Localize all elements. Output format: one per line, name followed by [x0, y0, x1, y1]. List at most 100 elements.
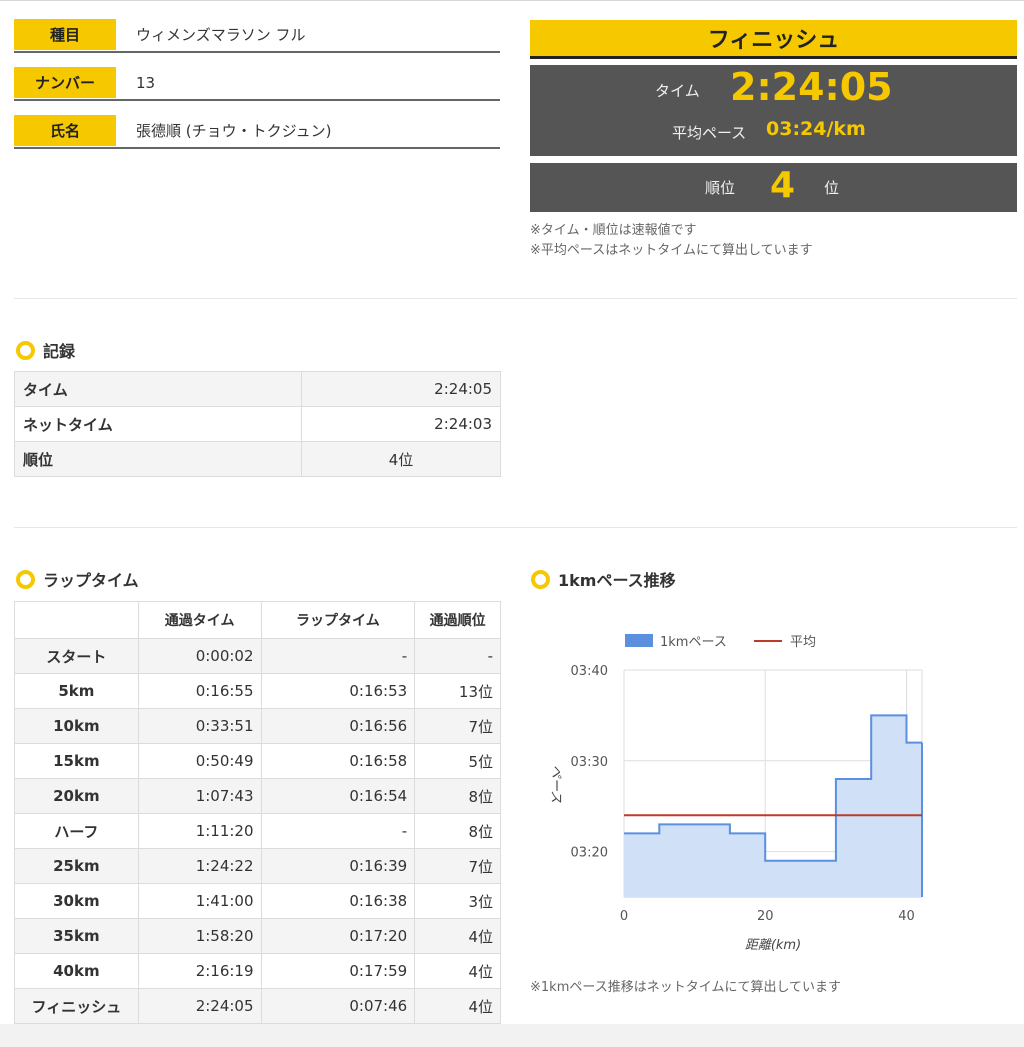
finish-notes: ※タイム・順位は速報値です ※平均ペースはネットタイムにて算出しています	[530, 221, 813, 261]
lap-pass-time: 2:16:19	[137, 953, 262, 989]
y-tick-label: 03:20	[571, 846, 608, 861]
pace-section-title: 1kmペース推移	[531, 567, 676, 591]
divider	[14, 527, 1017, 528]
pace-title-text: 1kmペース推移	[558, 571, 676, 590]
col-header-lap-time: ラップタイム	[260, 601, 416, 639]
record-section-title: 記録	[16, 338, 75, 362]
table-row: 40km 2:16:19 0:17:59 4位	[14, 953, 501, 989]
lap-pass-time: 1:24:22	[137, 848, 262, 884]
col-header-pass-time: 通過タイム	[137, 601, 262, 639]
lap-point: ハーフ	[14, 813, 139, 849]
table-row: 15km 0:50:49 0:16:58 5位	[14, 743, 501, 779]
record-net-label: ネットタイム	[14, 406, 302, 442]
table-row: ハーフ 1:11:20-8位	[14, 813, 501, 849]
table-row: 35km 1:58:20 0:17:20 4位	[14, 918, 501, 954]
circle-bullet-icon	[16, 340, 35, 360]
lap-point: 5km	[14, 673, 139, 709]
event-value: ウィメンズマラソン フル	[136, 26, 306, 44]
rank-suffix: 位	[824, 179, 840, 197]
event-label: 種目	[14, 19, 116, 50]
record-title-text: 記録	[43, 342, 76, 361]
table-row: 25km 1:24:22 0:16:39 7位	[14, 848, 501, 884]
lap-point: 15km	[14, 743, 139, 779]
pace-chart: 03:20 03:30 03:40 0 20 40 1kmペース 平均距離(km) ペース	[548, 634, 923, 953]
table-row: 順位 4位	[14, 441, 501, 477]
y-tick-label: 03:40	[571, 664, 608, 679]
record-net-value: 2:24:03	[301, 406, 501, 442]
rank-value: 4	[770, 165, 796, 206]
legend-label-pace: 1kmペース	[660, 635, 727, 650]
lap-pass-rank: -	[414, 638, 501, 674]
table-row: ネットタイム 2:24:03	[14, 406, 501, 442]
y-tick-label: 03:30	[571, 755, 608, 770]
name-label: 氏名	[14, 115, 116, 146]
finish-note-1: ※タイム・順位は速報値です	[530, 223, 697, 238]
x-tick-label: 40	[898, 909, 915, 924]
finish-title: フィニッシュ	[530, 20, 1017, 59]
lap-lap-time: 0:16:39	[260, 848, 416, 884]
name-row: 氏名 張德順 (チョウ・トクジュン)	[14, 114, 500, 149]
record-rank-value: 4位	[301, 441, 501, 477]
lap-pass-time: 1:11:20	[137, 813, 262, 849]
x-axis-title: 距離(km)	[745, 938, 801, 953]
rank-label: 順位	[705, 179, 736, 197]
lap-lap-time: 0:07:46	[260, 988, 416, 1024]
lap-point: 30km	[14, 883, 139, 919]
record-table: タイム 2:24:05 ネットタイム 2:24:03 順位 4位	[14, 371, 501, 477]
lap-lap-time: 0:16:38	[260, 883, 416, 919]
lap-pass-rank: 5位	[414, 743, 501, 779]
finish-panel: フィニッシュ タイム 2:24:05 平均ペース 03:24/km 順位 4 位	[530, 20, 1017, 212]
table-row: フィニッシュ 2:24:05 0:07:46 4位	[14, 988, 501, 1024]
lap-point: フィニッシュ	[14, 988, 139, 1024]
lap-pass-rank: 3位	[414, 883, 501, 919]
avg-pace-value: 03:24/km	[766, 118, 866, 140]
lap-lap-time: 0:16:54	[260, 778, 416, 814]
lap-pass-rank: 7位	[414, 708, 501, 744]
lap-lap-time: 0:16:58	[260, 743, 416, 779]
lap-table: 通過タイム ラップタイム 通過順位 スタート 0:00:02- -5km 0:16:5…	[14, 601, 501, 1024]
lap-point: スタート	[14, 638, 139, 674]
lap-pass-rank: 7位	[414, 848, 501, 884]
pace-area	[624, 715, 922, 897]
y-axis-title: ペース	[548, 765, 563, 803]
number-value: 13	[136, 73, 156, 92]
number-row: ナンバー 13	[14, 66, 500, 101]
lap-pass-time: 0:50:49	[137, 743, 262, 779]
table-row: 20km 1:07:43 0:16:54 8位	[14, 778, 501, 814]
lap-pass-time: 0:33:51	[137, 708, 262, 744]
table-row: 5km 0:16:55 0:16:53 13位	[14, 673, 501, 709]
finish-rank-box: 順位 4 位	[530, 163, 1017, 212]
avg-pace-label: 平均ペース	[672, 124, 747, 142]
name-value: 張德順 (チョウ・トクジュン)	[136, 122, 332, 140]
table-header-row: 通過タイム ラップタイム 通過順位	[14, 601, 501, 639]
table-row: 30km 1:41:00 0:16:38 3位	[14, 883, 501, 919]
lap-point: 25km	[14, 848, 139, 884]
number-label: ナンバー	[14, 67, 116, 98]
lap-point: 40km	[14, 953, 139, 989]
lap-point: 35km	[14, 918, 139, 954]
lap-lap-time: 0:17:20	[260, 918, 416, 954]
lap-pass-rank: 4位	[414, 953, 501, 989]
finish-time-label: タイム	[655, 82, 700, 100]
record-rank-label: 順位	[14, 441, 302, 477]
lap-pass-rank: 13位	[414, 673, 501, 709]
record-time-value: 2:24:05	[301, 371, 501, 407]
bottom-bar	[0, 1024, 1024, 1047]
col-header-point	[14, 601, 139, 639]
x-tick-label: 20	[757, 909, 774, 924]
lap-point: 20km	[14, 778, 139, 814]
event-row: 種目 ウィメンズマラソン フル	[14, 18, 500, 53]
entry-info: 種目 ウィメンズマラソン フル ナンバー 13 氏名 張德順 (チョウ・トクジュ…	[14, 18, 500, 162]
col-header-pass-rank: 通過順位	[414, 601, 501, 639]
lap-pass-time: 1:41:00	[137, 883, 262, 919]
lap-pass-time: 1:07:43	[137, 778, 262, 814]
lap-pass-rank: 8位	[414, 778, 501, 814]
lap-lap-time: -	[260, 638, 416, 674]
finish-time-value: 2:24:05	[730, 65, 893, 109]
lap-pass-time: 2:24:05	[137, 988, 262, 1024]
lap-lap-time: 0:16:56	[260, 708, 416, 744]
lap-pass-time: 1:58:20	[137, 918, 262, 954]
pace-chart-note: ※1kmペース推移はネットタイムにて算出しています	[530, 980, 842, 995]
lap-pass-time: 0:16:55	[137, 673, 262, 709]
lap-pass-rank: 4位	[414, 988, 501, 1024]
